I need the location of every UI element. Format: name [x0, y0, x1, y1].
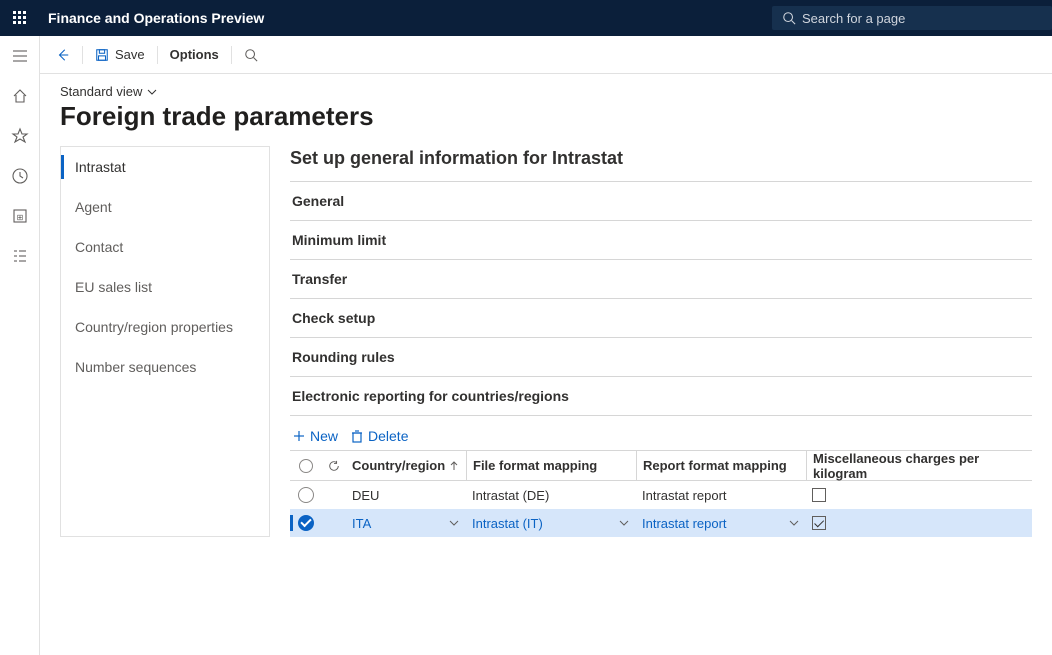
save-button[interactable]: Save	[87, 43, 153, 66]
table-row[interactable]: DEU Intrastat (DE) Intrastat report	[290, 481, 1032, 509]
cell-country[interactable]: ITA	[352, 516, 371, 531]
options-label: Options	[170, 47, 219, 62]
chevron-down-icon[interactable]	[618, 517, 630, 529]
chevron-down-icon[interactable]	[788, 517, 800, 529]
vtab-intrastat[interactable]: Intrastat	[61, 147, 269, 187]
plus-icon	[292, 429, 306, 443]
col-header-country-label: Country/region	[352, 458, 445, 473]
vtab-contact[interactable]: Contact	[61, 227, 269, 267]
col-header-misc[interactable]: Miscellaneous charges per kilogram	[806, 451, 1026, 480]
find-button[interactable]	[236, 44, 266, 66]
col-header-file-label: File format mapping	[473, 458, 597, 473]
grid-delete-label: Delete	[368, 428, 408, 444]
section-general[interactable]: General	[290, 181, 1032, 220]
row-select[interactable]	[298, 487, 314, 503]
recent-icon[interactable]	[8, 164, 32, 188]
global-search[interactable]	[772, 6, 1052, 30]
select-all-toggle[interactable]	[299, 459, 313, 473]
section-electronic-reporting[interactable]: Electronic reporting for countries/regio…	[290, 376, 1032, 416]
workspace-icon[interactable]: ⊞	[8, 204, 32, 228]
vertical-tabs: Intrastat Agent Contact EU sales list Co…	[60, 146, 270, 537]
find-icon	[244, 48, 258, 62]
col-header-country[interactable]: Country/region	[346, 458, 466, 473]
cell-report: Intrastat report	[642, 488, 727, 503]
cell-report[interactable]: Intrastat report	[642, 516, 727, 531]
electronic-reporting-grid: Country/region File format mapping Repor…	[290, 450, 1032, 537]
search-icon	[782, 11, 796, 25]
grid-new-label: New	[310, 428, 338, 444]
detail-title: Set up general information for Intrastat	[290, 148, 1032, 169]
col-header-file[interactable]: File format mapping	[466, 451, 636, 480]
refresh-button[interactable]	[322, 459, 346, 473]
vtab-agent[interactable]: Agent	[61, 187, 269, 227]
sort-asc-icon	[449, 461, 459, 471]
row-select[interactable]	[298, 515, 314, 531]
back-button[interactable]	[48, 44, 78, 66]
star-icon[interactable]	[8, 124, 32, 148]
cell-country: DEU	[352, 488, 379, 503]
trash-icon	[350, 429, 364, 443]
save-label: Save	[115, 47, 145, 62]
vtab-eu-sales-list[interactable]: EU sales list	[61, 267, 269, 307]
chevron-down-icon[interactable]	[448, 517, 460, 529]
grid-new-button[interactable]: New	[292, 428, 338, 444]
app-launcher-icon[interactable]	[0, 10, 40, 26]
save-icon	[95, 48, 109, 62]
standard-view-selector[interactable]: Standard view	[60, 84, 1032, 99]
menu-icon[interactable]	[8, 44, 32, 68]
cell-file[interactable]: Intrastat (IT)	[472, 516, 543, 531]
chevron-down-icon	[146, 86, 158, 98]
grid-delete-button[interactable]: Delete	[350, 428, 408, 444]
section-transfer[interactable]: Transfer	[290, 259, 1032, 298]
cell-misc-checkbox[interactable]	[812, 516, 826, 530]
vtab-country-region-properties[interactable]: Country/region properties	[61, 307, 269, 347]
home-icon[interactable]	[8, 84, 32, 108]
grid-toolbar: New Delete	[290, 422, 1032, 450]
cell-misc-checkbox[interactable]	[812, 488, 826, 502]
section-rounding-rules[interactable]: Rounding rules	[290, 337, 1032, 376]
svg-text:⊞: ⊞	[16, 213, 23, 222]
options-button[interactable]: Options	[162, 43, 227, 66]
col-header-report-label: Report format mapping	[643, 458, 787, 473]
col-header-report[interactable]: Report format mapping	[636, 451, 806, 480]
left-nav-rail: ⊞	[0, 36, 40, 655]
standard-view-label: Standard view	[60, 84, 142, 99]
page-title: Foreign trade parameters	[60, 101, 1032, 132]
search-input[interactable]	[772, 6, 1052, 30]
vtab-number-sequences[interactable]: Number sequences	[61, 347, 269, 387]
col-header-misc-label: Miscellaneous charges per kilogram	[813, 451, 1020, 481]
table-row[interactable]: ITA Intrastat (IT) Intrastat report	[290, 509, 1032, 537]
section-minimum-limit[interactable]: Minimum limit	[290, 220, 1032, 259]
cell-file: Intrastat (DE)	[472, 488, 549, 503]
modules-icon[interactable]	[8, 244, 32, 268]
brand-title: Finance and Operations Preview	[40, 10, 264, 26]
section-check-setup[interactable]: Check setup	[290, 298, 1032, 337]
action-bar: Save Options	[40, 36, 1052, 74]
